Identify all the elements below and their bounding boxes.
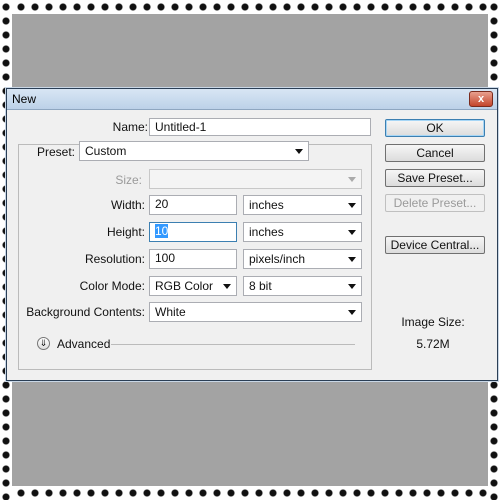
color-mode-select[interactable]: RGB Color [149, 276, 237, 296]
new-document-dialog: New x Name: Untitled-1 Preset: Custom Si… [6, 88, 498, 381]
image-size-label: Image Size: [401, 315, 465, 329]
bit-depth-select[interactable]: 8 bit [243, 276, 362, 296]
preset-select[interactable]: Custom [79, 141, 309, 161]
cancel-button[interactable]: Cancel [385, 144, 485, 162]
decorative-border-top [0, 0, 500, 14]
resolution-unit-value: pixels/inch [249, 252, 306, 266]
save-preset-button[interactable]: Save Preset... [385, 169, 485, 187]
height-value: 10 [155, 224, 169, 238]
dialog-title: New [12, 92, 37, 106]
triangle-down-icon [348, 177, 356, 182]
height-unit-select[interactable]: inches [243, 222, 362, 242]
name-label: Name: [112, 120, 148, 134]
size-label: Size: [115, 173, 142, 187]
triangle-down-icon [348, 230, 356, 235]
width-unit-value: inches [249, 198, 284, 212]
device-central-button[interactable]: Device Central... [385, 236, 485, 254]
image-size-value: 5.72M [416, 337, 450, 351]
triangle-down-icon [348, 310, 356, 315]
title-bar[interactable]: New x [7, 89, 497, 110]
triangle-down-icon [223, 284, 231, 289]
chevron-down-circle-icon[interactable]: ⇓ [37, 337, 50, 350]
triangle-down-icon [295, 149, 303, 154]
width-input[interactable]: 20 [149, 195, 237, 215]
height-input[interactable]: 10 [149, 222, 237, 242]
height-label: Height: [106, 225, 145, 239]
height-unit-value: inches [249, 225, 284, 239]
background-value: White [155, 305, 186, 319]
decorative-border-bottom [0, 486, 500, 500]
delete-preset-button: Delete Preset... [385, 194, 485, 212]
advanced-divider [111, 344, 355, 345]
advanced-toggle-label[interactable]: Advanced [57, 337, 110, 351]
triangle-down-icon [348, 203, 356, 208]
ok-button[interactable]: OK [385, 119, 485, 137]
bit-depth-value: 8 bit [249, 279, 272, 293]
width-unit-select[interactable]: inches [243, 195, 362, 215]
background-select[interactable]: White [149, 302, 362, 322]
width-label: Width: [110, 198, 145, 212]
size-select[interactable] [149, 169, 362, 189]
name-input[interactable]: Untitled-1 [149, 118, 371, 136]
close-button[interactable]: x [469, 91, 493, 107]
color-mode-value: RGB Color [155, 279, 214, 293]
color-mode-label: Color Mode: [79, 279, 145, 293]
triangle-down-icon [348, 257, 356, 262]
triangle-down-icon [348, 284, 356, 289]
preset-value: Custom [85, 144, 127, 158]
resolution-input[interactable]: 100 [149, 249, 237, 269]
background-label: Background Contents: [26, 305, 145, 319]
resolution-label: Resolution: [84, 252, 145, 266]
resolution-unit-select[interactable]: pixels/inch [243, 249, 362, 269]
preset-label: Preset: [36, 145, 75, 159]
